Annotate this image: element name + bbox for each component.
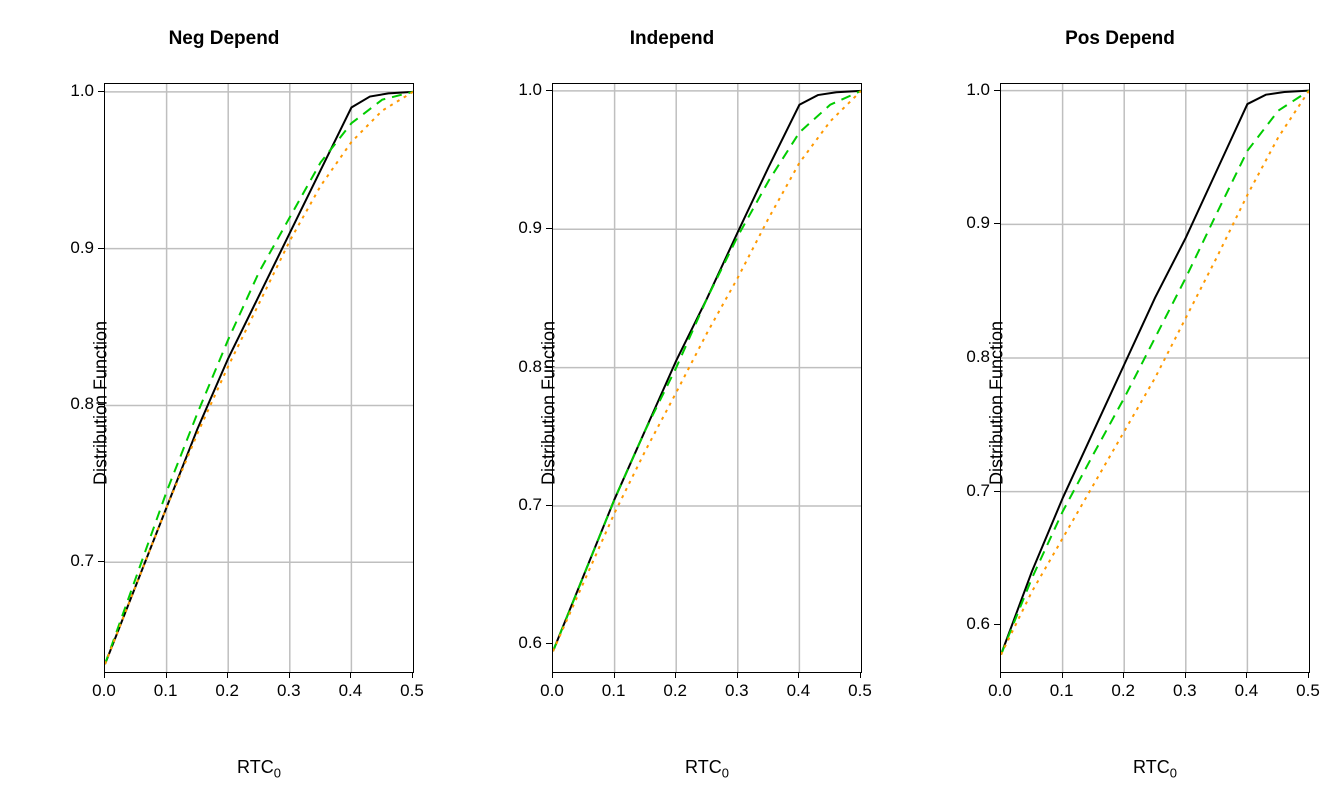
x-tick-label: 0.3 bbox=[725, 681, 749, 701]
y-tick-label: 0.9 bbox=[70, 238, 94, 258]
series-dash bbox=[105, 92, 413, 664]
x-tick-label: 0.4 bbox=[787, 681, 811, 701]
x-axis-label: RTC0 bbox=[552, 757, 862, 781]
panel-neg-depend: Neg Depend Distribution Function RTC0 0.… bbox=[9, 13, 439, 793]
y-tick-label: 0.7 bbox=[966, 481, 990, 501]
x-tick-label: 0.5 bbox=[1296, 681, 1320, 701]
x-tick-label: 0.2 bbox=[215, 681, 239, 701]
x-tick-label: 0.1 bbox=[154, 681, 178, 701]
panel-title: Neg Depend bbox=[9, 28, 439, 50]
y-tick-label: 0.9 bbox=[966, 213, 990, 233]
series-dot bbox=[1001, 91, 1309, 655]
plot-area bbox=[552, 83, 862, 673]
series-dot bbox=[553, 91, 861, 651]
x-tick-label: 0.5 bbox=[848, 681, 872, 701]
x-tick-label: 0.5 bbox=[400, 681, 424, 701]
y-tick-label: 0.6 bbox=[966, 614, 990, 634]
panel-independ: Independ Distribution Function RTC0 0.00… bbox=[457, 13, 887, 793]
x-tick-label: 0.0 bbox=[92, 681, 116, 701]
plot-area bbox=[104, 83, 414, 673]
x-tick-label: 0.0 bbox=[988, 681, 1012, 701]
chart-grid: Neg Depend Distribution Function RTC0 0.… bbox=[0, 0, 1344, 806]
x-tick-label: 0.3 bbox=[1173, 681, 1197, 701]
y-tick-label: 0.9 bbox=[518, 218, 542, 238]
y-tick-label: 1.0 bbox=[966, 80, 990, 100]
plot-svg-0 bbox=[105, 84, 413, 672]
series-solid bbox=[105, 92, 413, 664]
series-dash bbox=[553, 91, 861, 651]
x-tick-label: 0.2 bbox=[663, 681, 687, 701]
series-dot bbox=[105, 92, 413, 664]
plot-area bbox=[1000, 83, 1310, 673]
y-tick-label: 0.8 bbox=[966, 347, 990, 367]
x-tick-label: 0.2 bbox=[1111, 681, 1135, 701]
y-tick-label: 0.8 bbox=[518, 357, 542, 377]
x-tick-label: 0.3 bbox=[277, 681, 301, 701]
y-tick-label: 1.0 bbox=[518, 80, 542, 100]
panel-title: Pos Depend bbox=[905, 28, 1335, 50]
series-solid bbox=[1001, 91, 1309, 655]
x-tick-label: 0.1 bbox=[602, 681, 626, 701]
x-tick-label: 0.1 bbox=[1050, 681, 1074, 701]
y-tick-label: 0.7 bbox=[518, 495, 542, 515]
x-axis-label: RTC0 bbox=[104, 757, 414, 781]
panel-title: Independ bbox=[457, 28, 887, 50]
series-dash bbox=[1001, 91, 1309, 655]
x-tick-label: 0.0 bbox=[540, 681, 564, 701]
x-tick-label: 0.4 bbox=[1235, 681, 1259, 701]
x-tick-label: 0.4 bbox=[339, 681, 363, 701]
x-axis-label: RTC0 bbox=[1000, 757, 1310, 781]
y-tick-label: 0.7 bbox=[70, 551, 94, 571]
series-solid bbox=[553, 91, 861, 651]
panel-pos-depend: Pos Depend Distribution Function RTC0 0.… bbox=[905, 13, 1335, 793]
y-tick-label: 0.8 bbox=[70, 394, 94, 414]
y-tick-label: 0.6 bbox=[518, 633, 542, 653]
plot-svg-1 bbox=[553, 84, 861, 672]
y-tick-label: 1.0 bbox=[70, 81, 94, 101]
plot-svg-2 bbox=[1001, 84, 1309, 672]
